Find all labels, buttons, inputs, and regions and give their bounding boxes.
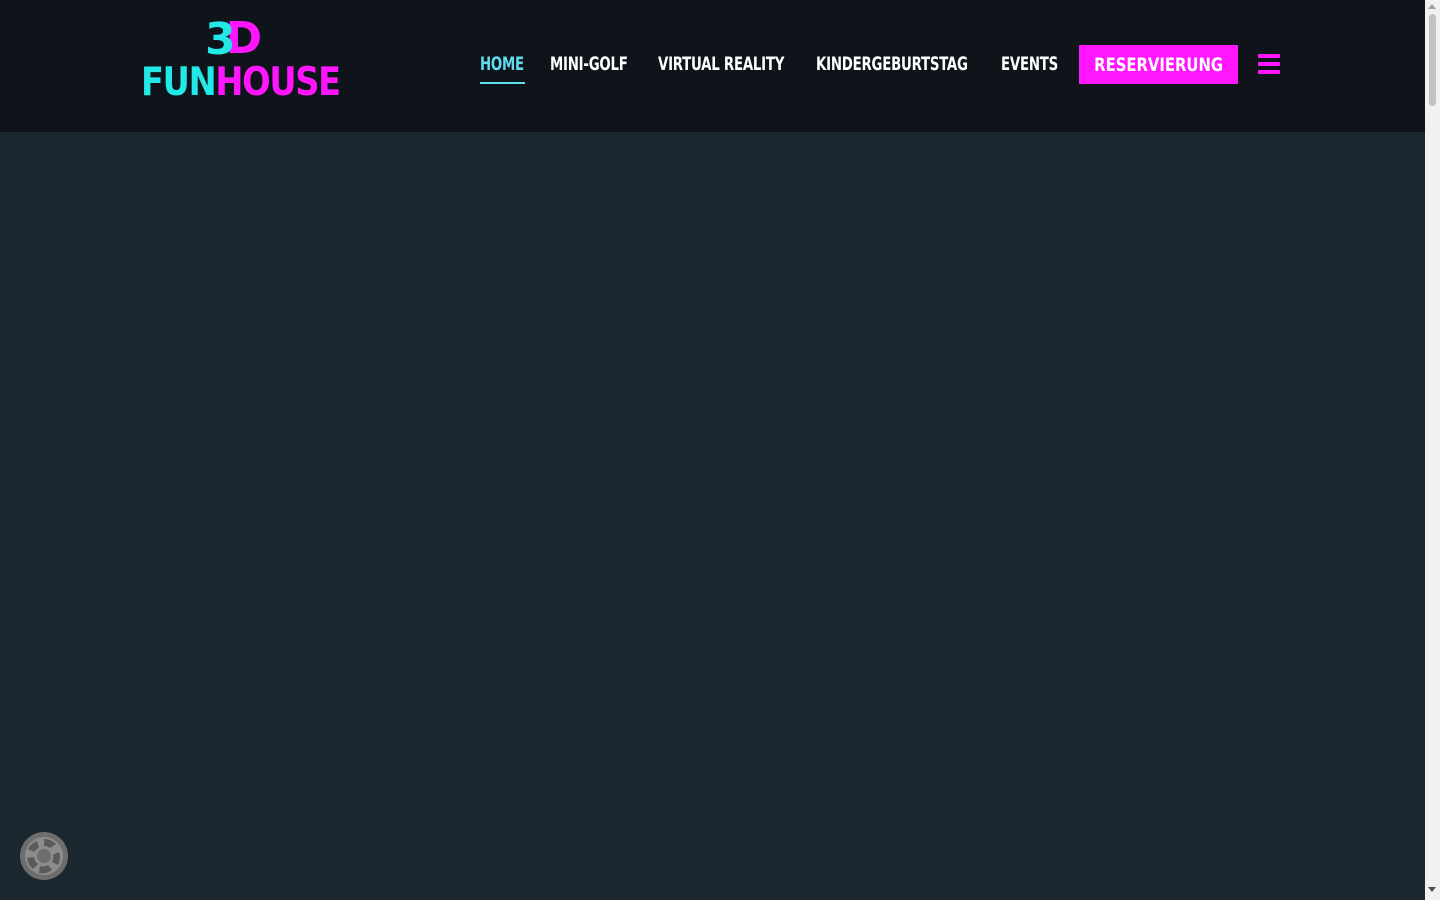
page: 3D FUNHOUSE HOME MINI-GOLF VIRTUAL REALI… bbox=[0, 0, 1440, 900]
scrollbar-thumb[interactable] bbox=[1429, 14, 1436, 106]
nav-item-virtual-reality[interactable]: VIRTUAL REALITY bbox=[658, 44, 784, 84]
nav-item-kindergeburtstag[interactable]: KINDERGEBURTSTAG bbox=[816, 44, 968, 84]
logo-word-fun: FUN bbox=[141, 60, 217, 105]
reservierung-button[interactable]: RESERVIERUNG bbox=[1079, 45, 1238, 84]
logo-word-house: HOUSE bbox=[215, 60, 341, 105]
logo-d-glyph: D bbox=[225, 13, 262, 64]
site-logo[interactable]: 3D FUNHOUSE bbox=[141, 13, 341, 108]
reservierung-button-label: RESERVIERUNG bbox=[1094, 53, 1223, 76]
privacy-settings-icon bbox=[25, 837, 63, 875]
vertical-scrollbar[interactable] bbox=[1425, 0, 1440, 900]
privacy-settings-button[interactable] bbox=[20, 832, 68, 880]
scroll-down-arrow-icon[interactable] bbox=[1428, 887, 1436, 892]
site-header: 3D FUNHOUSE HOME MINI-GOLF VIRTUAL REALI… bbox=[0, 0, 1425, 132]
hamburger-menu-icon[interactable] bbox=[1258, 54, 1280, 75]
nav-item-home[interactable]: HOME bbox=[480, 44, 524, 84]
active-nav-underline bbox=[480, 82, 525, 84]
scroll-up-arrow-icon[interactable] bbox=[1428, 4, 1436, 9]
logo-3d-mark: 3D bbox=[205, 13, 275, 65]
logo-wordmark: FUNHOUSE bbox=[141, 60, 341, 105]
logo-3-glyph: 3 bbox=[205, 14, 236, 65]
nav-item-events[interactable]: EVENTS bbox=[1001, 44, 1058, 84]
nav-item-mini-golf[interactable]: MINI-GOLF bbox=[550, 44, 628, 84]
